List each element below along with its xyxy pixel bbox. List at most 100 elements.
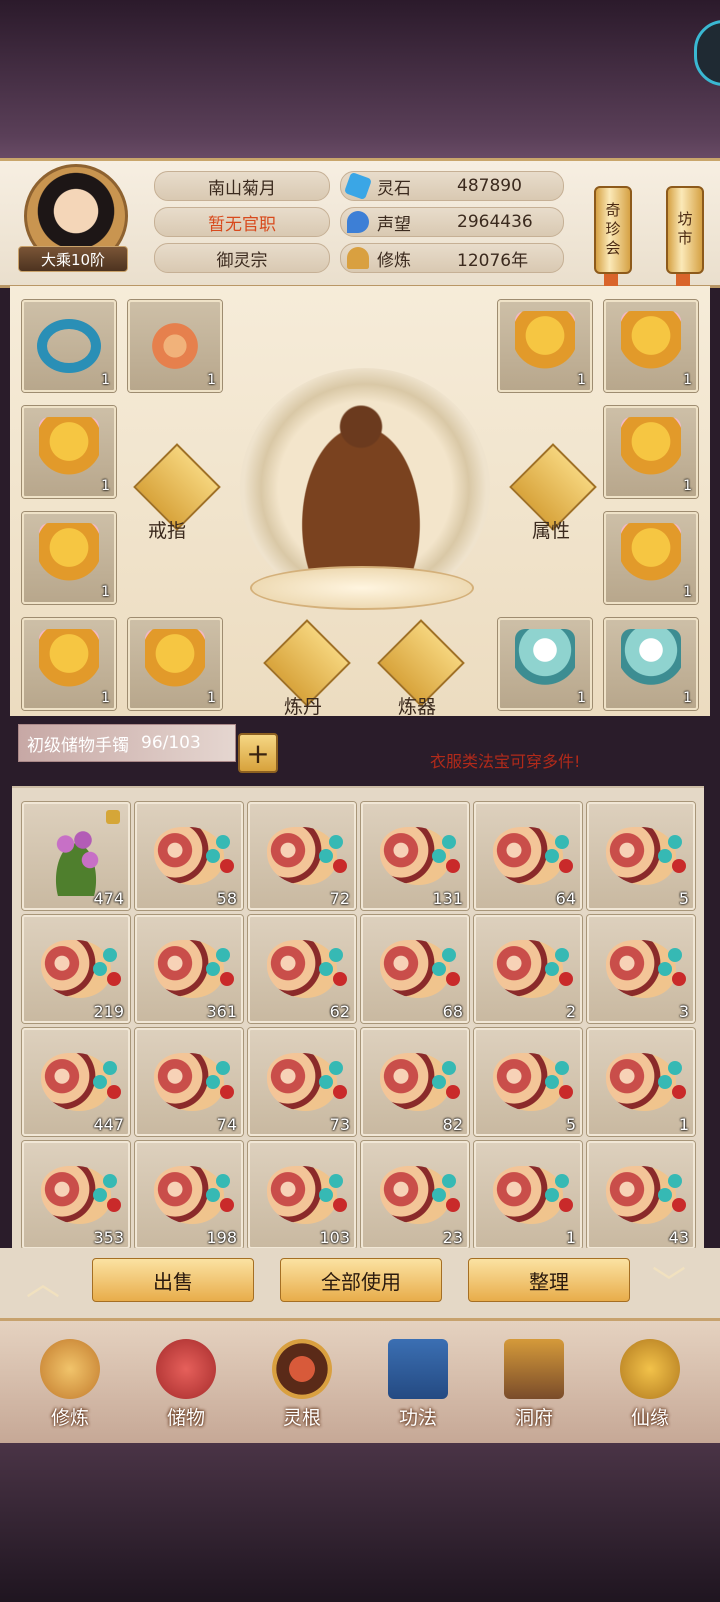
inventory-slot[interactable]: 1 bbox=[587, 1028, 695, 1136]
bag-capacity-bar: 初级储物手镯 96/103 bbox=[18, 724, 236, 762]
pavilion-icon bbox=[504, 1339, 564, 1399]
resource-prestige: 声望 2964436 bbox=[340, 207, 564, 237]
gourd-icon bbox=[606, 940, 682, 998]
robe-icon bbox=[515, 311, 575, 381]
gourd-icon bbox=[606, 1053, 682, 1111]
alchemy-label: 炼丹 bbox=[284, 696, 323, 718]
scroll-down-icon[interactable]: ﹀ bbox=[652, 1256, 686, 1305]
equip-slot-dragon[interactable]: 1 bbox=[128, 300, 222, 392]
treasure-auction-button[interactable]: 奇珍会 bbox=[594, 186, 632, 274]
forge-button[interactable] bbox=[377, 619, 465, 707]
equip-slot-robe[interactable]: 1 bbox=[22, 406, 116, 498]
equip-slot-robe[interactable]: 1 bbox=[22, 512, 116, 604]
nav-cultivate[interactable]: 修炼 bbox=[22, 1330, 118, 1430]
inventory-slot[interactable]: 82 bbox=[361, 1028, 469, 1136]
inventory-slot[interactable]: 2 bbox=[474, 915, 582, 1023]
resource-value: 12076年 bbox=[457, 250, 529, 271]
equip-slot-robe[interactable]: 1 bbox=[604, 618, 698, 710]
sect-name: 御灵宗 bbox=[154, 243, 330, 273]
inventory-slot[interactable]: 3 bbox=[587, 915, 695, 1023]
sort-button[interactable]: 整理 bbox=[468, 1258, 630, 1302]
inventory-slot[interactable]: 72 bbox=[248, 802, 356, 910]
inventory-slot[interactable]: 219 bbox=[22, 915, 130, 1023]
gourd-icon bbox=[380, 1166, 456, 1224]
gourd-icon bbox=[493, 940, 569, 998]
gourd-icon bbox=[154, 940, 230, 998]
robe-icon bbox=[145, 629, 205, 699]
bag-name: 初级储物手镯 bbox=[27, 735, 129, 756]
equip-slot-robe[interactable]: 1 bbox=[604, 406, 698, 498]
equip-slot-robe[interactable]: 1 bbox=[604, 512, 698, 604]
scroll-up-icon[interactable]: ︿ bbox=[26, 1256, 60, 1305]
top-background bbox=[0, 0, 720, 160]
nav-techniques[interactable]: 功法 bbox=[370, 1330, 466, 1430]
resource-label: 声望 bbox=[377, 214, 411, 235]
robe-icon bbox=[39, 629, 99, 699]
equip-slot-robe[interactable]: 1 bbox=[498, 618, 592, 710]
player-name: 南山菊月 bbox=[154, 171, 330, 201]
robe-icon bbox=[621, 311, 681, 381]
nav-fortune[interactable]: 仙缘 bbox=[602, 1330, 698, 1430]
gourd-icon bbox=[267, 1053, 343, 1111]
resource-label: 修炼 bbox=[377, 250, 411, 271]
bottom-background bbox=[0, 1443, 720, 1602]
inventory-slot[interactable]: 361 bbox=[135, 915, 243, 1023]
robe-icon bbox=[621, 523, 681, 593]
market-button[interactable]: 坊市 bbox=[666, 186, 704, 274]
gourd-icon bbox=[41, 1166, 117, 1224]
attributes-label: 属性 bbox=[532, 520, 571, 542]
inventory-slot[interactable]: 1 bbox=[474, 1141, 582, 1249]
equip-slot-ring[interactable]: 1 bbox=[22, 300, 116, 392]
inventory-slot[interactable]: 73 bbox=[248, 1028, 356, 1136]
gourd-icon bbox=[154, 1053, 230, 1111]
dragon-icon bbox=[143, 314, 207, 378]
equip-slot-robe[interactable]: 1 bbox=[22, 618, 116, 710]
gourd-icon bbox=[380, 940, 456, 998]
gourd-icon bbox=[154, 1166, 230, 1224]
equip-slot-robe[interactable]: 1 bbox=[128, 618, 222, 710]
inventory-slot[interactable]: 198 bbox=[135, 1141, 243, 1249]
spirit-root-icon bbox=[272, 1339, 332, 1399]
equip-slot-robe[interactable]: 1 bbox=[604, 300, 698, 392]
inventory-slot[interactable]: 353 bbox=[22, 1141, 130, 1249]
gourd-icon bbox=[380, 1053, 456, 1111]
inventory-slot[interactable]: 62 bbox=[248, 915, 356, 1023]
inventory-slot[interactable]: 23 bbox=[361, 1141, 469, 1249]
cultivation-icon bbox=[347, 247, 369, 269]
resource-spirit-stone: 灵石 487890 bbox=[340, 171, 564, 201]
equip-slot-robe[interactable]: 1 bbox=[498, 300, 592, 392]
meditating-figure bbox=[286, 400, 436, 578]
nav-spirit-root[interactable]: 灵根 bbox=[254, 1330, 350, 1430]
inventory-slot[interactable]: 64 bbox=[474, 802, 582, 910]
inventory-slot[interactable]: 474 bbox=[22, 802, 130, 910]
nav-storage[interactable]: 储物 bbox=[138, 1330, 234, 1430]
inventory-slot[interactable]: 58 bbox=[135, 802, 243, 910]
official-title: 暂无官职 bbox=[154, 207, 330, 237]
inventory-slot[interactable]: 103 bbox=[248, 1141, 356, 1249]
inventory-slot[interactable]: 43 bbox=[587, 1141, 695, 1249]
inventory-slot[interactable]: 68 bbox=[361, 915, 469, 1023]
nav-cave[interactable]: 洞府 bbox=[486, 1330, 582, 1430]
inventory-slot[interactable]: 447 bbox=[22, 1028, 130, 1136]
gourd-icon bbox=[267, 1166, 343, 1224]
inventory-slot[interactable]: 5 bbox=[587, 802, 695, 910]
inventory-grid: 474 58 72 131 64 5 219 361 62 68 2 3 447… bbox=[12, 786, 704, 1250]
robe-icon bbox=[39, 417, 99, 487]
ring-button[interactable] bbox=[133, 443, 221, 531]
inventory-slot[interactable]: 74 bbox=[135, 1028, 243, 1136]
ring-icon bbox=[37, 319, 101, 373]
inventory-slot[interactable]: 131 bbox=[361, 802, 469, 910]
inventory-slot[interactable]: 5 bbox=[474, 1028, 582, 1136]
sell-button[interactable]: 出售 bbox=[92, 1258, 254, 1302]
bag-capacity: 96/103 bbox=[141, 733, 201, 753]
fur-robe-icon bbox=[515, 629, 575, 699]
expand-bag-button[interactable]: + bbox=[238, 733, 278, 773]
alchemy-button[interactable] bbox=[263, 619, 351, 707]
forge-label: 炼器 bbox=[398, 696, 437, 718]
use-all-button[interactable]: 全部使用 bbox=[280, 1258, 442, 1302]
gourd-icon bbox=[267, 940, 343, 998]
gourd-icon bbox=[41, 940, 117, 998]
gourd-icon bbox=[606, 1166, 682, 1224]
attributes-button[interactable] bbox=[509, 443, 597, 531]
gourd-icon bbox=[41, 1053, 117, 1111]
